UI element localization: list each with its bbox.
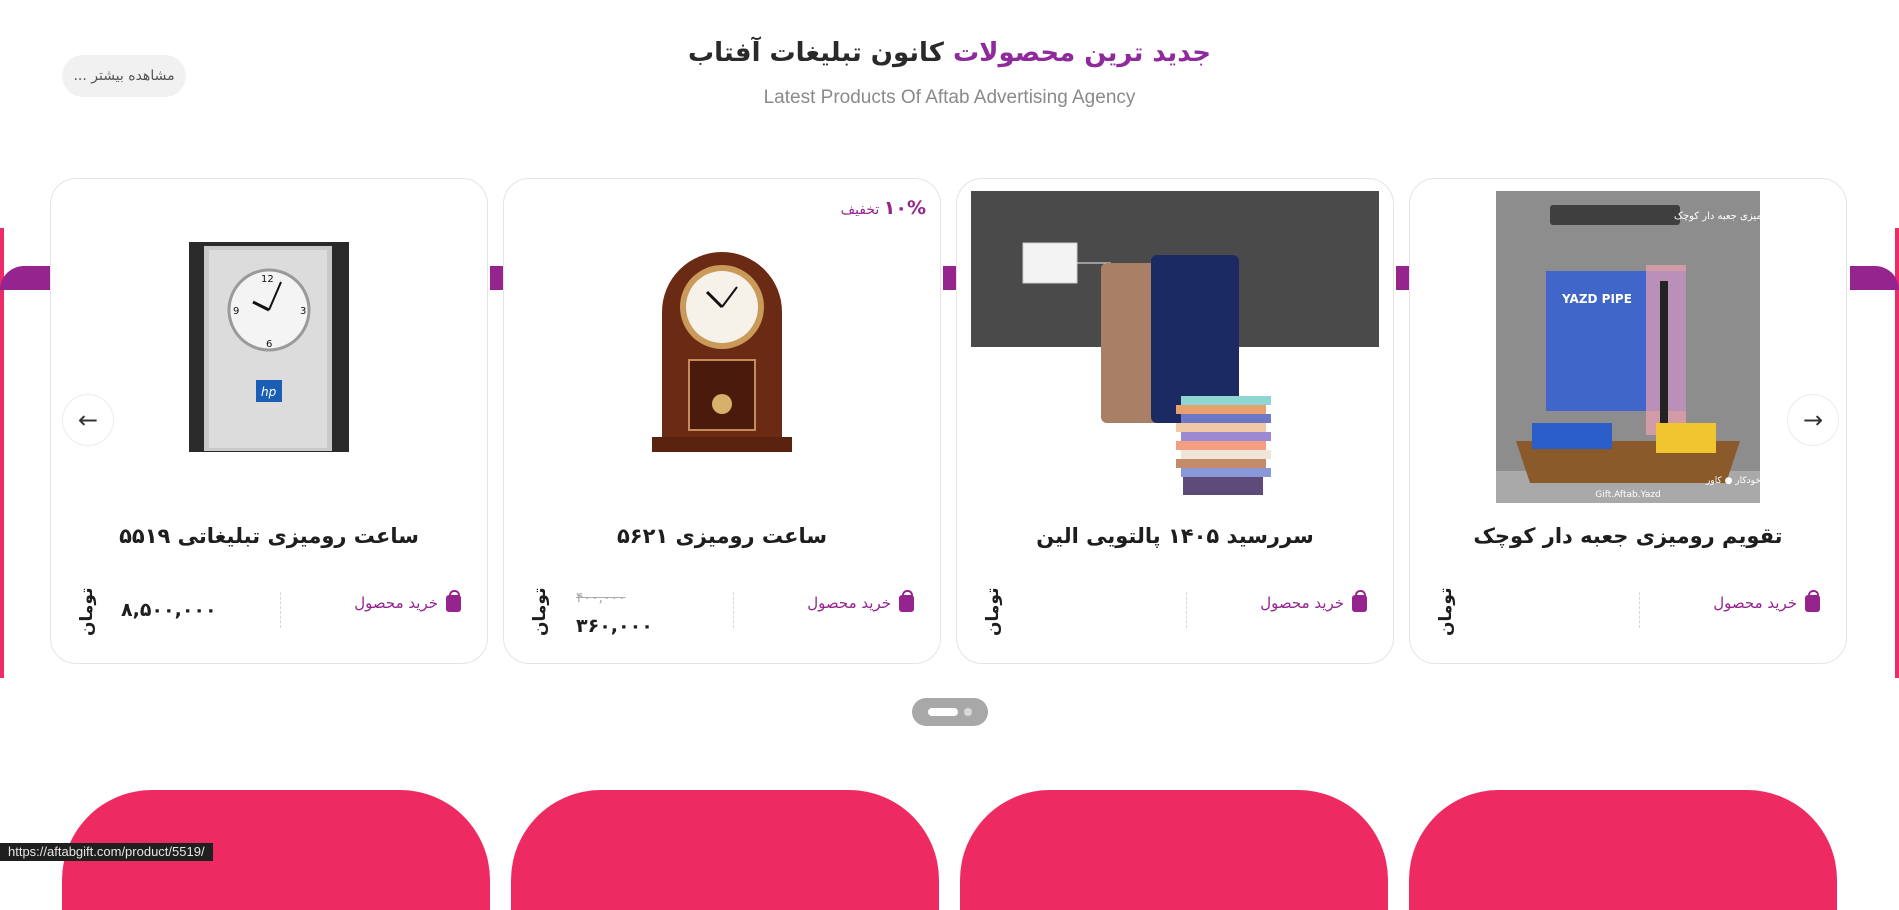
old-price: ۴۰۰,۰۰۰ <box>576 590 626 606</box>
section-title-rest: کانون تبلیغات آفتاب <box>688 38 944 68</box>
section-title-accent: جدید ترین محصولات <box>952 38 1211 68</box>
category-card-top <box>1409 790 1837 910</box>
notebook-stack <box>1176 396 1271 495</box>
product-image[interactable] <box>518 191 926 503</box>
section-subtitle: Latest Products Of Aftab Advertising Age… <box>763 87 1136 108</box>
category-card-top <box>960 790 1388 910</box>
next-arrow-button[interactable]: → <box>1787 394 1839 446</box>
product-title[interactable]: ساعت رومیزی تبلیغاتی ۵۵۱۹ <box>51 524 487 548</box>
band-segment <box>943 266 957 290</box>
calendar-logo: YAZD PIPE <box>1561 292 1632 306</box>
product-card[interactable]: ۱۰% تخفیف ساعت رومیزی ۵۶۲۱ خرید محصول تو… <box>503 178 941 664</box>
svg-text:9: 9 <box>233 306 239 317</box>
prev-arrow-button[interactable]: ← <box>62 394 114 446</box>
shopping-bag-icon <box>899 589 914 612</box>
arrow-right-icon: → <box>1802 406 1824 434</box>
mantel-clock-image <box>652 252 792 452</box>
buy-label: خرید محصول <box>1713 594 1797 612</box>
currency-label: تومان <box>1436 587 1456 636</box>
product-card[interactable]: سررسید ۱۴۰۵ پالتویی الین خرید محصول توما… <box>956 178 1394 664</box>
price-divider <box>1639 592 1640 628</box>
planner-image <box>971 191 1379 503</box>
currency-label: تومان <box>983 587 1003 636</box>
product-price: ۳۶۰,۰۰۰ <box>576 615 653 637</box>
product-title[interactable]: تقویم رومیزی جعبه دار کوچک <box>1410 524 1846 548</box>
band-segment <box>490 266 504 290</box>
band-segment <box>1396 266 1410 290</box>
product-image[interactable]: تقویم رومیزی جعبه دار کوچک YAZD PIPE ● ه… <box>1424 191 1832 503</box>
shopping-bag-icon <box>446 589 461 612</box>
left-edge-bar <box>0 228 4 678</box>
band-segment <box>0 266 50 290</box>
buy-button[interactable]: خرید محصول <box>1260 589 1367 612</box>
hp-logo: hp <box>261 385 277 399</box>
carousel-pagination <box>912 698 988 726</box>
desk-clock-image: 12 3 6 9 hp <box>189 242 349 452</box>
product-title[interactable]: ساعت رومیزی ۵۶۲۱ <box>504 524 940 548</box>
product-title[interactable]: سررسید ۱۴۰۵ پالتویی الین <box>957 524 1393 548</box>
right-edge-bar <box>1895 228 1899 678</box>
band-segment <box>1850 266 1899 290</box>
buy-label: خرید محصول <box>807 594 891 612</box>
svg-text:12: 12 <box>261 274 274 285</box>
calendar-brand: Gift.Aftab.Yazd <box>1595 490 1661 500</box>
section-title: جدید ترین محصولات کانون تبلیغات آفتاب <box>0 38 1899 68</box>
pagination-dot-active[interactable] <box>928 708 958 716</box>
price-divider <box>1186 592 1187 628</box>
product-card[interactable]: تقویم رومیزی جعبه دار کوچک YAZD PIPE ● ه… <box>1409 178 1847 664</box>
pagination-dot[interactable] <box>964 708 972 716</box>
calendar-caption: تقویم رومیزی جعبه دار کوچک <box>1674 211 1760 222</box>
category-card-top <box>511 790 939 910</box>
product-image[interactable]: 12 3 6 9 hp <box>65 191 473 503</box>
calendar-features: ● همراه با یادداشت ● جای خودکار ● کاور <box>1705 476 1760 486</box>
buy-button[interactable]: خرید محصول <box>807 589 914 612</box>
view-more-button[interactable]: مشاهده بیشتر ... <box>62 55 186 97</box>
desk-calendar-image: تقویم رومیزی جعبه دار کوچک YAZD PIPE ● ه… <box>1496 191 1760 503</box>
currency-label: تومان <box>77 587 97 636</box>
buy-label: خرید محصول <box>354 594 438 612</box>
product-card[interactable]: 12 3 6 9 hp ساعت رومیزی تبلیغاتی ۵۵۱۹ خر… <box>50 178 488 664</box>
status-url: https://aftabgift.com/product/5519/ <box>0 843 213 861</box>
buy-button[interactable]: خرید محصول <box>354 589 461 612</box>
shopping-bag-icon <box>1352 589 1367 612</box>
price-divider <box>733 592 734 628</box>
arrow-left-icon: ← <box>77 406 99 434</box>
svg-text:3: 3 <box>300 306 306 317</box>
currency-label: تومان <box>530 587 550 636</box>
buy-label: خرید محصول <box>1260 594 1344 612</box>
svg-text:6: 6 <box>266 339 272 350</box>
buy-button[interactable]: خرید محصول <box>1713 589 1820 612</box>
product-price: ۸,۵۰۰,۰۰۰ <box>121 599 217 621</box>
shopping-bag-icon <box>1805 589 1820 612</box>
product-image[interactable] <box>971 191 1379 503</box>
price-divider <box>280 592 281 628</box>
